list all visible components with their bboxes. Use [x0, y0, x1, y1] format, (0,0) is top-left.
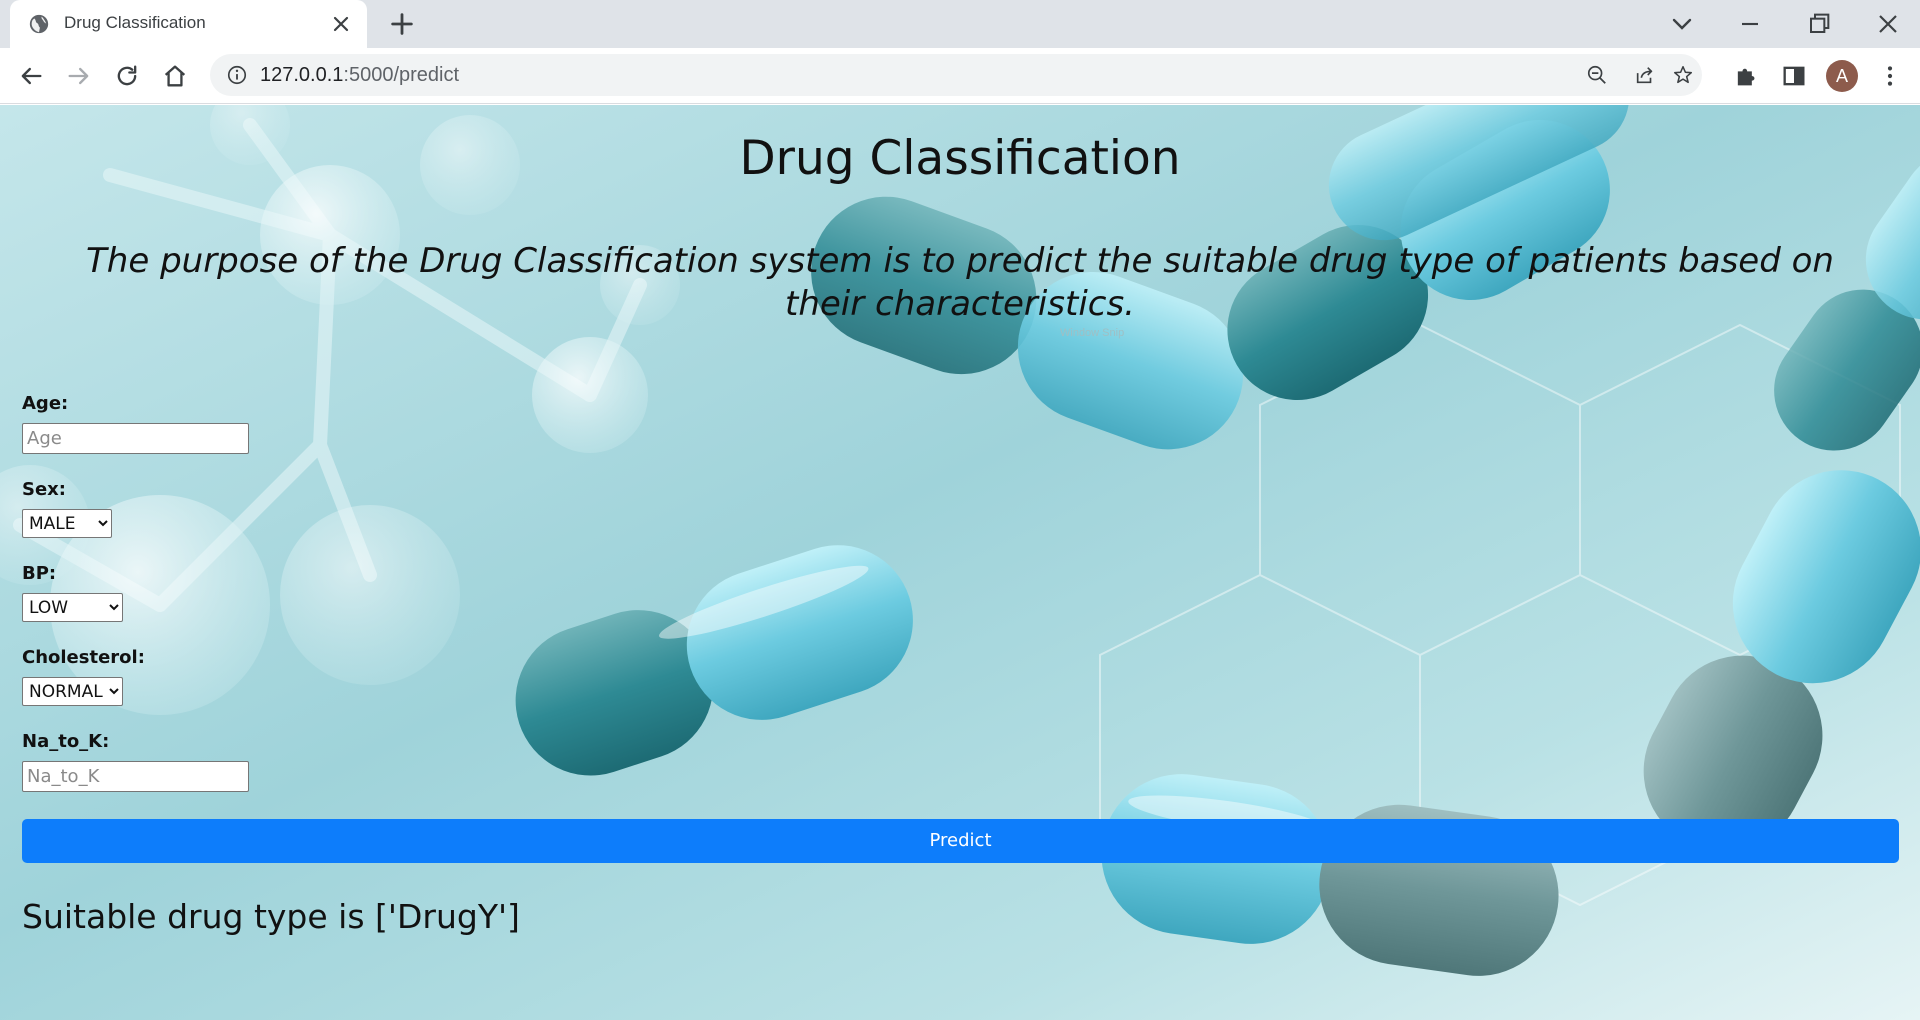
close-window-icon[interactable] — [1872, 8, 1904, 40]
side-panel-icon[interactable] — [1780, 62, 1808, 90]
puzzle-icon[interactable] — [1732, 62, 1760, 90]
prediction-result: Suitable drug type is ['DrugY'] — [22, 897, 520, 936]
age-label: Age: — [22, 393, 69, 414]
reload-icon[interactable] — [113, 62, 141, 90]
window-snip-watermark: Window Snip — [1060, 327, 1125, 339]
bp-label: BP: — [22, 563, 57, 584]
tab-search-chevron-icon[interactable] — [1666, 8, 1698, 40]
browser-tab-active[interactable]: Drug Classification — [10, 0, 367, 48]
sex-select[interactable]: MALE — [22, 509, 112, 538]
cholesterol-field-group: Cholesterol: NORMAL — [22, 647, 1902, 706]
na-to-k-field-group: Na_to_K: — [22, 731, 1902, 792]
zoom-out-icon[interactable] — [1586, 64, 1608, 86]
bp-field-group: BP: LOW — [22, 563, 1902, 622]
browser-toolbar: 127.0.0.1:5000/predict A — [0, 48, 1920, 104]
info-icon[interactable] — [226, 64, 248, 86]
predict-button[interactable]: Predict — [22, 819, 1899, 863]
sex-field-group: Sex: MALE — [22, 479, 1902, 538]
url-path: :5000/predict — [343, 64, 460, 86]
arrow-right-icon[interactable] — [65, 62, 93, 90]
na-to-k-input[interactable] — [22, 761, 249, 792]
tab-title: Drug Classification — [64, 13, 206, 32]
age-field-group: Age: — [22, 393, 1902, 454]
prediction-form: Age: Sex: MALE BP: LOW Cholesterol: NORM… — [22, 393, 1902, 817]
globe-icon — [29, 14, 49, 34]
na-to-k-label: Na_to_K: — [22, 731, 110, 752]
page-title: Drug Classification — [739, 131, 1181, 186]
star-icon[interactable] — [1672, 64, 1694, 86]
cholesterol-select[interactable]: NORMAL — [22, 677, 123, 706]
page-description: The purpose of the Drug Classification s… — [86, 241, 1834, 324]
cholesterol-label: Cholesterol: — [22, 647, 145, 668]
kebab-menu-icon[interactable] — [1876, 62, 1904, 90]
profile-avatar[interactable]: A — [1826, 60, 1858, 92]
close-tab-icon[interactable] — [329, 12, 353, 36]
restore-icon[interactable] — [1803, 8, 1835, 40]
arrow-left-icon[interactable] — [17, 62, 45, 90]
bp-select[interactable]: LOW — [22, 593, 123, 622]
browser-tab-strip: Drug Classification — [0, 0, 1920, 48]
home-icon[interactable] — [161, 62, 189, 90]
new-tab-icon[interactable] — [388, 10, 416, 38]
share-icon[interactable] — [1634, 64, 1656, 86]
address-bar[interactable]: 127.0.0.1:5000/predict — [210, 54, 1702, 96]
age-input[interactable] — [22, 423, 249, 454]
url-text[interactable]: 127.0.0.1:5000/predict — [260, 64, 459, 87]
page-viewport: Window Snip Drug Classification The purp… — [0, 105, 1920, 1020]
sex-label: Sex: — [22, 479, 66, 500]
url-host: 127.0.0.1 — [260, 64, 344, 86]
minimize-icon[interactable] — [1734, 8, 1766, 40]
